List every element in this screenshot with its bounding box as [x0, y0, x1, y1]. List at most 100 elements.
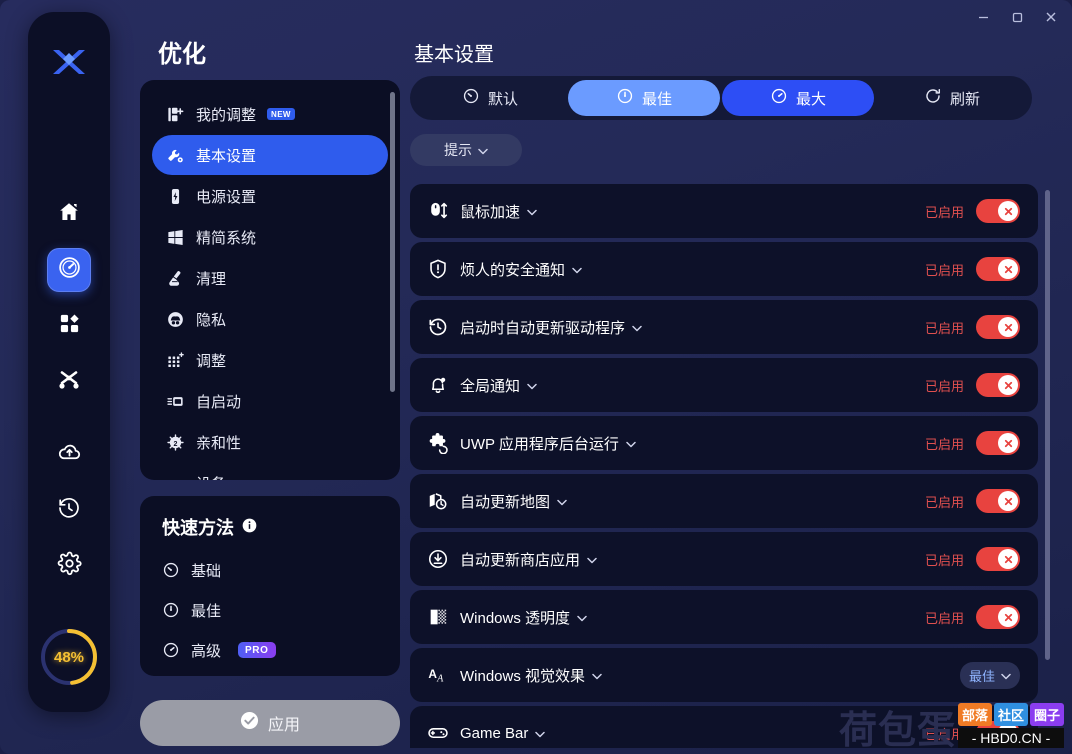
quick-method-2[interactable]: 高级 PRO: [162, 630, 378, 670]
sidebar-item-6[interactable]: 调整: [152, 340, 388, 380]
setting-row-2[interactable]: 启动时自动更新驱动程序 已启用: [410, 300, 1038, 354]
setting-row-label-wrap: 启动时自动更新驱动程序: [460, 317, 642, 338]
toggle-knob: [998, 549, 1018, 569]
minimize-button[interactable]: [966, 2, 1000, 32]
sidebar-item-label: 电源设置: [196, 188, 257, 206]
sidebar-item-label: 清理: [196, 270, 227, 288]
setting-row-label: 自动更新商店应用: [460, 551, 581, 569]
setting-row-7[interactable]: Windows 透明度 已启用: [410, 590, 1038, 644]
rail-item-settings[interactable]: [47, 544, 91, 588]
tune-icon: [166, 351, 185, 370]
quick-method-label: 高级: [191, 642, 222, 660]
setting-row-4[interactable]: UWP 应用程序后台运行 已启用: [410, 416, 1038, 470]
cpu-icon: 2: [166, 433, 185, 452]
sidebar-item-9[interactable]: 设备: [152, 463, 388, 481]
rail-item-history[interactable]: [47, 488, 91, 532]
check-circle-icon: [240, 711, 259, 735]
sidebar-item-1[interactable]: 基本设置: [152, 135, 388, 175]
sidebar-item-4[interactable]: 清理: [152, 258, 388, 298]
setting-row-label: 启动时自动更新驱动程序: [460, 319, 626, 337]
setting-row-toggle[interactable]: [976, 431, 1020, 455]
close-button[interactable]: [1034, 2, 1068, 32]
maximize-button[interactable]: [1000, 2, 1034, 32]
setting-row-label-wrap: 烦人的安全通知: [460, 259, 582, 280]
quick-method-1[interactable]: 最佳: [162, 590, 378, 630]
quick-method-0[interactable]: 基础: [162, 550, 378, 590]
toggle-knob: [998, 607, 1018, 627]
font-aa-icon: AA: [426, 663, 450, 687]
toggle-knob: [998, 259, 1018, 279]
setting-row-label: Windows 透明度: [460, 609, 571, 627]
setting-row-1[interactable]: 烦人的安全通知 已启用: [410, 242, 1038, 296]
refresh-icon: [924, 87, 942, 109]
sidebar-item-5[interactable]: 隐私: [152, 299, 388, 339]
setting-row-toggle[interactable]: [976, 547, 1020, 571]
mode-button-0[interactable]: 默认: [414, 80, 566, 116]
setting-row-select-value: 最佳: [968, 668, 995, 684]
chevron-down-icon: [478, 142, 488, 158]
mode-button-2[interactable]: 最大: [722, 80, 874, 116]
setting-row-select[interactable]: 最佳: [959, 661, 1020, 689]
cloud-upload-icon: [57, 439, 82, 469]
setting-row-label-wrap: Game Bar: [460, 725, 546, 742]
rail-item-apps[interactable]: [47, 304, 91, 348]
hint-dropdown[interactable]: 提示: [410, 134, 522, 166]
sidebar-item-label: 调整: [196, 352, 227, 370]
rail-item-optimize[interactable]: [47, 248, 91, 292]
setting-row-toggle[interactable]: [976, 199, 1020, 223]
apply-button[interactable]: 应用: [140, 700, 400, 746]
home-icon: [57, 200, 81, 229]
setting-row-label-wrap: Windows 视觉效果: [460, 665, 602, 686]
mode-button-3[interactable]: 刷新: [876, 80, 1028, 116]
setting-row-state: 已启用: [924, 552, 964, 568]
main-scrollbar[interactable]: [1045, 190, 1050, 660]
setting-row-toggle[interactable]: [976, 257, 1020, 281]
setting-row-5[interactable]: 自动更新地图 已启用: [410, 474, 1038, 528]
sidebar-item-3[interactable]: 精简系统: [152, 217, 388, 257]
setting-row-state: 已启用: [924, 204, 964, 220]
rail-item-network[interactable]: [47, 360, 91, 404]
setting-row-toggle[interactable]: [976, 605, 1020, 629]
sidebar-item-8[interactable]: 2 亲和性: [152, 422, 388, 462]
grid-icon: [58, 312, 81, 340]
transparency-icon: [426, 605, 450, 629]
chevron-down-icon: [572, 261, 582, 278]
setting-row-toggle[interactable]: [976, 315, 1020, 339]
quick-method-label: 基础: [191, 562, 222, 580]
setting-row-toggle[interactable]: [976, 373, 1020, 397]
sidebar-item-0[interactable]: 我的调整 NEW: [152, 94, 388, 134]
optimize-column: 优化 我的调整 NEW 基本设置 电源设置 精简系统 清理 隐私 调整 自启动 …: [130, 12, 410, 746]
main-panel: 基本设置 默认 最佳 最大 刷新 提示 鼠标加速 已启用 烦人的安全通知 已启用…: [410, 12, 1062, 748]
sidebar-item-label: 我的调整: [196, 106, 257, 124]
sidebar-item-label: 自启动: [196, 393, 242, 411]
mode-button-label: 默认: [487, 90, 518, 108]
setting-row-9[interactable]: Game Bar 已启用: [410, 706, 1038, 748]
rail-item-cloud[interactable]: [47, 432, 91, 476]
settings-rows: 鼠标加速 已启用 烦人的安全通知 已启用 启动时自动更新驱动程序 已启用 全局通…: [410, 184, 1062, 748]
setting-row-toggle[interactable]: [976, 721, 1020, 745]
info-icon[interactable]: [242, 517, 257, 538]
setting-row-8[interactable]: AA Windows 视觉效果 最佳: [410, 648, 1038, 702]
quick-methods-card: 快速方法 基础 最佳 高级 PRO: [140, 496, 400, 676]
mode-button-1[interactable]: 最佳: [568, 80, 720, 116]
wrench-icon: [166, 146, 185, 165]
new-badge: NEW: [267, 108, 295, 120]
nav-scrollbar[interactable]: [390, 92, 395, 392]
setting-row-label: UWP 应用程序后台运行: [460, 435, 619, 453]
progress-percent: 48%: [53, 648, 85, 666]
setting-row-0[interactable]: 鼠标加速 已启用: [410, 184, 1038, 238]
setting-row-label-wrap: 自动更新商店应用: [460, 549, 597, 570]
startup-icon: [166, 392, 185, 411]
rail-item-home[interactable]: [47, 192, 91, 236]
gauge-low-icon: [462, 87, 480, 109]
sidebar-item-7[interactable]: 自启动: [152, 381, 388, 421]
windows-icon: [166, 228, 185, 247]
setting-row-3[interactable]: 全局通知 已启用: [410, 358, 1038, 412]
sidebar-item-2[interactable]: 电源设置: [152, 176, 388, 216]
setting-row-6[interactable]: 自动更新商店应用 已启用: [410, 532, 1038, 586]
setting-row-toggle[interactable]: [976, 489, 1020, 513]
chevron-down-icon: [535, 725, 546, 742]
setting-row-state: 已启用: [924, 494, 964, 510]
pro-badge: PRO: [238, 642, 276, 658]
mode-button-label: 最大: [795, 90, 826, 108]
